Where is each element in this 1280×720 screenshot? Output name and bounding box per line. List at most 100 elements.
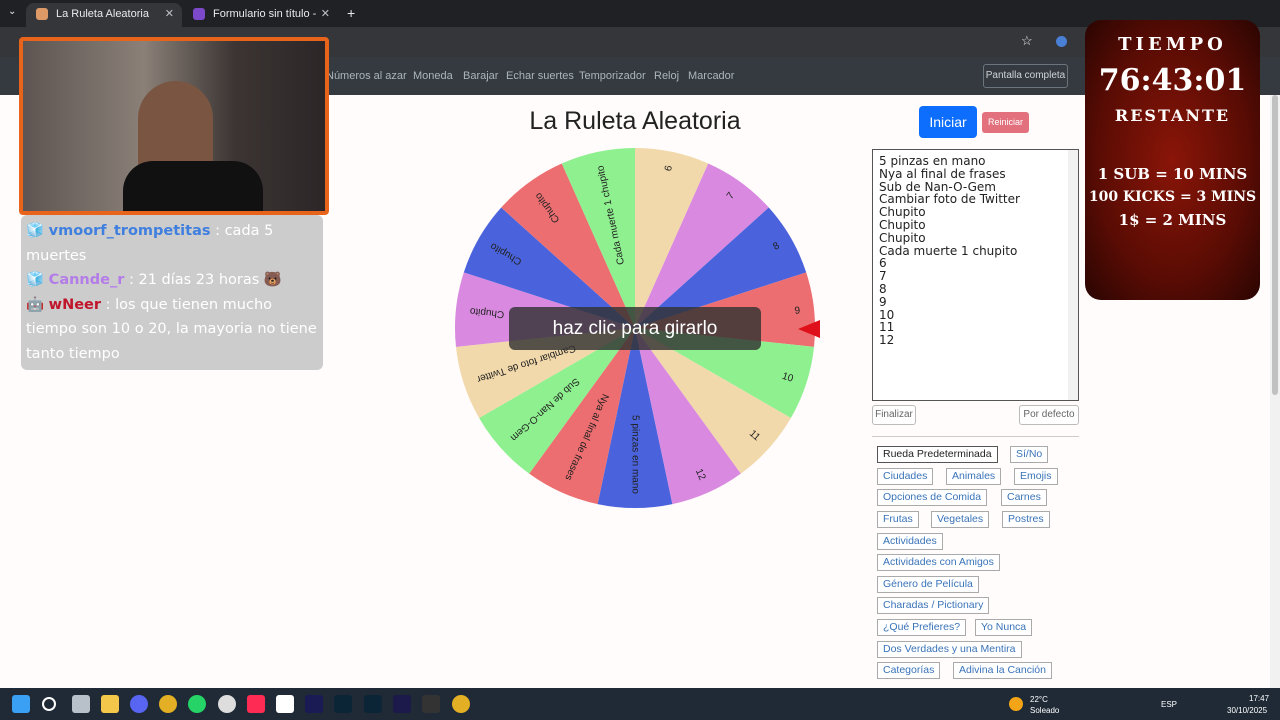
entry-line: 8 [879, 281, 887, 296]
weather-temp: 22°C [1030, 695, 1048, 704]
tiktok-icon[interactable] [247, 695, 265, 713]
chrome-icon[interactable] [159, 695, 177, 713]
entry-line: Nya al final de frases [879, 166, 1006, 181]
wheel-segment-label: 5 pinzas en mano [629, 415, 640, 494]
nav-temporizador[interactable]: Temporizador [579, 70, 646, 82]
chrome-active-icon[interactable] [452, 695, 470, 713]
entry-line: Chupito [879, 217, 926, 232]
default-button[interactable]: Por defecto [1019, 405, 1079, 425]
capcut-icon[interactable] [276, 695, 294, 713]
wheel-pointer-icon [798, 320, 820, 338]
browser-tab-bar: La Ruleta Aleatoria ✕ Formulario sin tít… [0, 0, 1280, 42]
preset-button[interactable]: Categorías [877, 662, 941, 679]
clock-date[interactable]: 30/10/2025 [1227, 706, 1267, 715]
premiere-icon[interactable] [393, 695, 411, 713]
nav-reloj[interactable]: Reloj [654, 70, 679, 82]
reset-button[interactable]: Reiniciar [982, 112, 1029, 133]
chat-message: 🧊 Canndе_r : 21 días 23 horas 🐻 [26, 268, 318, 293]
search-icon[interactable] [42, 697, 56, 711]
entry-line: 11 [879, 320, 895, 335]
new-tab-button[interactable]: + [347, 5, 355, 21]
page-title: La Ruleta Aleatoria [529, 107, 741, 135]
chatgpt-icon[interactable] [218, 695, 236, 713]
spin-prompt[interactable]: haz clic para girarlo [509, 307, 761, 350]
preset-button[interactable]: Sí/No [1010, 446, 1049, 463]
entry-line: 12 [879, 333, 895, 348]
chat-text: : 21 días 23 horas 🐻 [124, 272, 282, 288]
nav-moneda[interactable]: Moneda [413, 70, 453, 82]
close-icon[interactable]: ✕ [321, 3, 330, 25]
preset-button[interactable]: Animales [946, 468, 1002, 485]
entry-line: 9 [879, 294, 887, 309]
chat-message: 🤖 wNeer : los que tienen mucho tiempo so… [26, 293, 318, 367]
preset-button[interactable]: Charadas / Pictionary [877, 597, 990, 614]
terminal-icon[interactable] [422, 695, 440, 713]
preset-button[interactable]: Vegetales [931, 511, 990, 528]
file-explorer-icon[interactable] [101, 695, 119, 713]
chat-badge-icon: 🤖 [26, 296, 45, 313]
preset-button[interactable]: Ciudades [877, 468, 934, 485]
ruleta-favicon-icon [36, 8, 48, 20]
preset-button[interactable]: Actividades [877, 533, 943, 550]
timer-value: 76:43:01 [1098, 63, 1247, 98]
streamer-webcam [19, 37, 329, 215]
tab-search-icon[interactable]: ⌄ [8, 6, 16, 17]
tab-formulario[interactable]: Formulario sin título - Formular ✕ [183, 3, 338, 42]
nav-barajar[interactable]: Barajar [463, 70, 498, 82]
preset-button[interactable]: Emojis [1014, 468, 1058, 485]
nav-numeros[interactable]: Números al azar [326, 70, 407, 82]
entry-line: 7 [879, 269, 887, 284]
entry-line: Chupito [879, 230, 926, 245]
preset-button[interactable]: Frutas [877, 511, 919, 528]
timer-rule-subs: 1 SUB = 10 MINS [1097, 165, 1248, 183]
subathon-timer: TIEMPO 76:43:01 RESTANTE 1 SUB = 10 MINS… [1085, 20, 1260, 300]
photoshop-icon[interactable] [364, 695, 382, 713]
chat-message: 🧊 vmoorf_trompetitas : cada 5 muertes [26, 219, 318, 268]
divider [872, 436, 1079, 437]
discord-icon[interactable] [130, 695, 148, 713]
finish-button[interactable]: Finalizar [872, 405, 916, 425]
timer-sublabel: RESTANTE [1114, 106, 1231, 125]
preset-button[interactable]: Yo Nunca [975, 619, 1033, 636]
whatsapp-icon[interactable] [188, 695, 206, 713]
preset-button[interactable]: Opciones de Comida [877, 489, 988, 506]
preset-button[interactable]: Postres [1002, 511, 1050, 528]
chat-badges-icon: 🧊 [26, 272, 45, 288]
fullscreen-button[interactable]: Pantalla completa [983, 64, 1068, 88]
preset-button[interactable]: Carnes [1001, 489, 1047, 506]
chat-badges-icon: 🧊 [26, 223, 45, 239]
lightroom-icon[interactable] [334, 695, 352, 713]
extension-icon[interactable] [1056, 36, 1067, 47]
entry-line: 10 [879, 307, 895, 322]
task-view-icon[interactable] [72, 695, 90, 713]
preset-button[interactable]: Actividades con Amigos [877, 554, 1000, 571]
bookmark-star-icon[interactable]: ☆ [1021, 33, 1033, 49]
close-icon[interactable]: ✕ [165, 3, 174, 25]
preset-button[interactable]: Género de Película [877, 576, 979, 593]
language-indicator[interactable]: ESP [1161, 700, 1177, 709]
weather-sun-icon[interactable] [1009, 697, 1023, 711]
preset-button[interactable]: Rueda Predeterminada [877, 446, 998, 463]
page-scrollbar[interactable] [1270, 95, 1280, 688]
forms-favicon-icon [193, 8, 205, 20]
entry-line: Cada muerte 1 chupito [879, 243, 1018, 258]
preset-button[interactable]: ¿Qué Prefieres? [877, 619, 967, 636]
weather-desc: Soleado [1030, 706, 1060, 715]
entry-line: 5 pinzas en mano [879, 154, 986, 168]
timer-label: TIEMPO [1118, 34, 1227, 55]
clock-time[interactable]: 17:47 [1249, 694, 1269, 703]
timer-rule-dollar: 1$ = 2 MINS [1118, 211, 1227, 229]
windows-taskbar: 22°C Soleado ESP 17:47 30/10/2025 [0, 688, 1280, 720]
entries-textarea[interactable]: 5 pinzas en mano Nya al final de frases Su… [872, 149, 1079, 401]
preset-button[interactable]: Adivina la Canción [953, 662, 1052, 679]
start-button[interactable]: Iniciar [919, 106, 977, 138]
stream-chat: 🧊 vmoorf_trompetitas : cada 5 muertes 🧊 … [21, 215, 323, 370]
preset-button[interactable]: Dos Verdades y una Mentira [877, 641, 1022, 658]
nav-marcador[interactable]: Marcador [688, 70, 734, 82]
audition-icon[interactable] [305, 695, 323, 713]
scrollbar[interactable] [1068, 150, 1078, 400]
tab-ruleta[interactable]: La Ruleta Aleatoria ✕ [26, 3, 182, 27]
nav-echar-suertes[interactable]: Echar suertes [506, 70, 574, 82]
windows-start-icon[interactable] [12, 695, 30, 713]
chat-user: wNeer [48, 296, 102, 313]
